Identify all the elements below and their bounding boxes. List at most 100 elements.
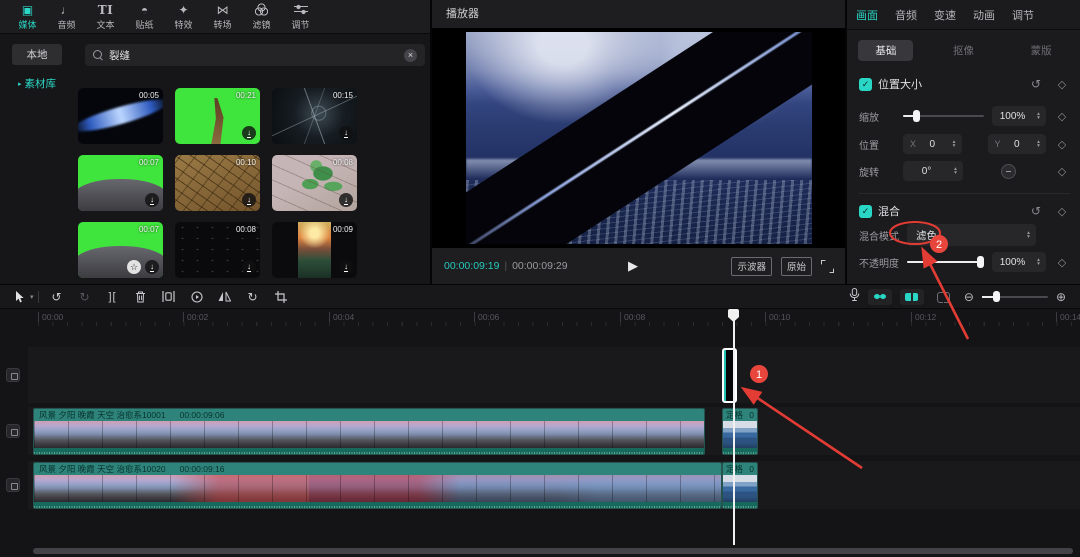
download-icon[interactable]: ↓ — [242, 260, 256, 274]
tab-filter[interactable]: 滤镜 — [242, 3, 281, 31]
source-library-button[interactable]: ▸ 素材库 — [6, 73, 68, 94]
mirror-icon[interactable] — [211, 291, 239, 302]
track-toggle[interactable] — [6, 478, 20, 492]
timeline-zoom-slider[interactable] — [982, 296, 1048, 298]
rotate-icon[interactable]: ↻ — [239, 290, 267, 304]
stepper-icon[interactable]: ▴▾ — [1033, 112, 1046, 121]
keyframe-diamond-icon[interactable]: ◇ — [1054, 138, 1070, 151]
freeze-clip-1[interactable]: 定格 0 — [722, 408, 758, 455]
thumbnail-green-hill-2[interactable]: 00:07 ☆ ↓ — [78, 222, 163, 278]
media-toolbar: ▣ 媒体 ♩ 音频 TI 文本 ◓ 贴纸 ✦ 特效 ⋈ 转场 滤镜 调节 — [0, 0, 430, 34]
tab-audio[interactable]: ♩ 音频 — [47, 3, 86, 31]
subtab-cutout[interactable]: 抠像 — [925, 43, 1003, 58]
tab-audio-props[interactable]: 音频 — [895, 7, 917, 23]
thumbnail-blue-crack[interactable]: 00:05 — [78, 88, 163, 144]
main-track-magnet-icon[interactable] — [868, 289, 892, 305]
auto-snap-icon[interactable] — [900, 289, 924, 305]
playhead[interactable] — [733, 309, 735, 545]
tab-adjust[interactable]: 调节 — [281, 3, 320, 31]
download-icon[interactable]: ↓ — [242, 126, 256, 140]
delete-icon[interactable] — [127, 291, 155, 303]
tab-animation[interactable]: 动画 — [973, 7, 995, 23]
star-icon[interactable]: ☆ — [127, 260, 141, 274]
tab-media[interactable]: ▣ 媒体 — [8, 3, 47, 31]
freeze-frame-icon[interactable] — [155, 291, 183, 302]
stepper-icon[interactable]: ▴▾ — [1033, 258, 1046, 267]
tab-speed[interactable]: 变速 — [934, 7, 956, 23]
scale-value-box[interactable]: 100% ▴▾ — [992, 106, 1046, 126]
clip-10020[interactable]: 风景 夕阳 晚霞 天空 治愈系10020 00:00:09:16 — [33, 462, 722, 509]
thumbnail-green-crack[interactable]: 00:21 ↓ — [175, 88, 260, 144]
keyframe-diamond-icon[interactable]: ◇ — [1054, 78, 1070, 91]
download-icon[interactable]: ↓ — [145, 193, 159, 207]
tab-adjust-props[interactable]: 调节 — [1012, 7, 1034, 23]
linkage-icon[interactable] — [932, 289, 956, 305]
tab-text[interactable]: TI 文本 — [86, 3, 125, 31]
thumbnail-shattered-glass[interactable]: 00:15 ↓ — [272, 88, 357, 144]
opacity-value-box[interactable]: 100% ▴▾ — [992, 252, 1046, 272]
play-icon[interactable]: ▶ — [628, 258, 638, 274]
ruler-tick: 00:02 — [183, 312, 208, 322]
download-icon[interactable]: ↓ — [145, 260, 159, 274]
tab-picture[interactable]: 画面 — [856, 7, 878, 23]
redo-icon[interactable]: ↻ — [71, 290, 99, 304]
tab-transition[interactable]: ⋈ 转场 — [203, 3, 242, 31]
ruler-tick: 00:12 — [911, 312, 936, 322]
keyframe-diamond-icon[interactable]: ◇ — [1054, 205, 1070, 218]
source-local-button[interactable]: 本地 — [12, 44, 62, 65]
download-icon[interactable]: ↓ — [339, 193, 353, 207]
keyframe-diamond-icon[interactable]: ◇ — [1054, 110, 1070, 123]
scale-slider[interactable] — [903, 115, 984, 117]
search-input[interactable] — [109, 49, 398, 61]
checkbox-checked-icon[interactable]: ✓ — [859, 205, 872, 218]
subtab-basic[interactable]: 基础 — [847, 40, 925, 61]
select-tool-icon[interactable] — [8, 291, 30, 303]
download-icon[interactable]: ↓ — [339, 260, 353, 274]
rotate-value-box[interactable]: 0° ▴▾ — [903, 161, 963, 181]
stepper-icon: ▴▾ — [1023, 231, 1036, 240]
reset-icon[interactable]: ↺ — [1031, 204, 1041, 218]
thumbnail-green-hill[interactable]: 00:07 ↓ — [78, 155, 163, 211]
keyframe-diamond-icon[interactable]: ◇ — [1054, 256, 1070, 269]
horizontal-scrollbar[interactable] — [33, 548, 1073, 554]
record-audio-icon[interactable] — [849, 288, 860, 306]
scope-button[interactable]: 示波器 — [731, 257, 772, 276]
reset-icon[interactable]: ↺ — [1031, 77, 1041, 91]
stepper-icon[interactable]: ▴▾ — [949, 140, 962, 149]
original-button[interactable]: 原始 — [781, 257, 812, 276]
thumbnail-cracked-earth[interactable]: 00:10 ↓ — [175, 155, 260, 211]
tool-caret-icon[interactable]: ▾ — [30, 293, 34, 301]
blend-mode-value: 滤色 — [916, 228, 1023, 243]
reverse-icon[interactable] — [183, 291, 211, 303]
position-y-box[interactable]: Y 0 ▴▾ — [988, 134, 1047, 154]
track-toggle[interactable] — [6, 424, 20, 438]
thumbnail-plant-crack[interactable]: 00:08 ↓ — [272, 155, 357, 211]
position-x-box[interactable]: X 0 ▴▾ — [903, 134, 962, 154]
tab-sticker[interactable]: ◓ 贴纸 — [125, 3, 164, 31]
tab-effects[interactable]: ✦ 特效 — [164, 3, 203, 31]
download-icon[interactable]: ↓ — [339, 126, 353, 140]
zoom-in-icon[interactable]: ⊕ — [1056, 290, 1066, 304]
thumbnail-dark-specks[interactable]: 00:08 ↓ — [175, 222, 260, 278]
opacity-slider[interactable] — [907, 261, 984, 263]
fullscreen-icon[interactable] — [821, 260, 833, 272]
keyframe-diamond-icon[interactable]: ◇ — [1054, 165, 1070, 178]
thumbnail-sunset-portrait[interactable]: 00:09 ↓ — [272, 222, 357, 278]
track-toggle[interactable] — [6, 368, 20, 382]
stepper-icon[interactable]: ▴▾ — [1033, 140, 1046, 149]
clip-10001[interactable]: 风景 夕阳 晚霞 天空 治愈系10001 00:00:09:06 — [33, 408, 705, 455]
timeline-ruler[interactable]: 00:00 00:02 00:04 00:06 00:08 00:10 00:1… — [0, 309, 1080, 326]
subtab-mask[interactable]: 蒙版 — [1002, 43, 1080, 58]
zoom-out-icon[interactable]: ⊖ — [964, 290, 974, 304]
undo-icon[interactable]: ↺ — [43, 290, 71, 304]
video-preview[interactable] — [466, 32, 812, 244]
rotate-knob-icon[interactable] — [1001, 164, 1016, 179]
freeze-clip-2[interactable]: 定格 0 — [722, 462, 758, 509]
download-icon[interactable]: ↓ — [242, 193, 256, 207]
stepper-icon[interactable]: ▴▾ — [950, 167, 963, 176]
crop-icon[interactable] — [267, 291, 295, 303]
checkbox-checked-icon[interactable]: ✓ — [859, 78, 872, 91]
blend-mode-dropdown[interactable]: 滤色 ▴▾ — [907, 224, 1036, 246]
clear-search-icon[interactable]: × — [404, 49, 417, 62]
split-icon[interactable]: ][ — [99, 291, 127, 303]
